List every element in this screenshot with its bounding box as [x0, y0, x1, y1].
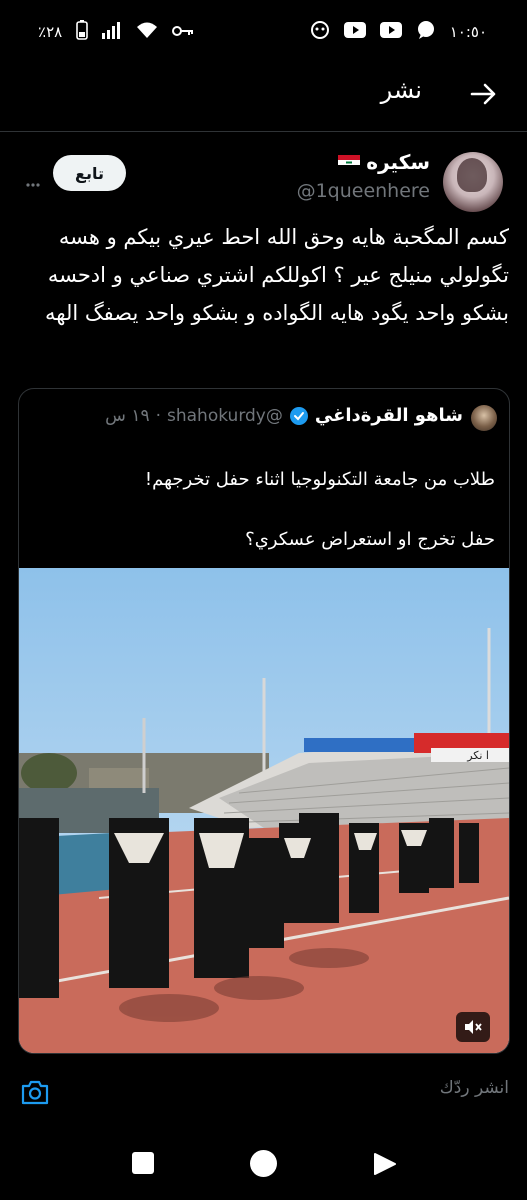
- stadium-banner-text: ا نكر: [466, 749, 489, 762]
- quote-header: شاهو القرةداغي @shahokurdy · ١٩ س: [105, 405, 463, 426]
- quote-author-handle: @shahokurdy: [167, 405, 283, 426]
- reply-bar: انشر ردّك: [0, 1056, 527, 1128]
- quote-timestamp: ١٩ س: [105, 405, 150, 426]
- battery-icon: [76, 20, 88, 44]
- author-name: سكيره: [366, 150, 430, 174]
- follow-button[interactable]: تابع: [53, 155, 126, 191]
- quote-author-avatar: [471, 405, 497, 431]
- youtube-icon: [379, 22, 402, 42]
- status-right: ١٠:٥٠: [310, 20, 487, 44]
- arrow-right-icon[interactable]: [467, 78, 499, 110]
- clock: ١٠:٥٠: [449, 23, 487, 41]
- author-avatar[interactable]: [443, 152, 503, 212]
- android-icon: [310, 20, 330, 44]
- iraq-flag-icon: [338, 154, 361, 170]
- back-triangle-icon[interactable]: [373, 1152, 397, 1180]
- key-icon: [172, 23, 194, 42]
- page-title: نشر: [380, 76, 422, 104]
- quote-text-line-2: حفل تخرج او استعراض عسكري؟: [245, 529, 495, 550]
- whatsapp-icon: [416, 20, 436, 44]
- video-frame: ا نكر: [19, 568, 509, 1053]
- home-icon[interactable]: [250, 1150, 277, 1177]
- volume-muted-icon: [465, 1020, 482, 1034]
- author-handle[interactable]: @1queenhere: [297, 180, 430, 202]
- status-left: ٪٢٨: [38, 20, 194, 44]
- youtube-icon: [343, 22, 366, 42]
- top-app-bar: نشر: [0, 60, 527, 128]
- system-nav-bar: [0, 1130, 527, 1200]
- verified-badge-icon: [289, 406, 308, 425]
- wifi-icon: [136, 21, 158, 43]
- quote-text-line-1: طلاب من جامعة التكنولوجيا اثناء حفل تخرج…: [144, 469, 495, 490]
- reply-input[interactable]: انشر ردّك: [440, 1078, 509, 1098]
- author-name-row[interactable]: سكيره: [338, 150, 430, 174]
- quoted-tweet-card[interactable]: شاهو القرةداغي @shahokurdy · ١٩ س طلاب م…: [18, 388, 510, 1054]
- tweet-text: كسم المگحبة هايه وحق الله احط عيري بيكم …: [45, 225, 509, 325]
- recent-apps-icon[interactable]: [132, 1152, 154, 1174]
- header-divider: [0, 131, 527, 132]
- battery-percent: ٪٢٨: [38, 23, 63, 41]
- separator-dot: ·: [155, 405, 161, 426]
- status-bar: ٪٢٨ ١٠:٥٠: [0, 0, 527, 60]
- mute-button[interactable]: [456, 1012, 490, 1042]
- more-options-icon[interactable]: [26, 172, 40, 191]
- quote-video[interactable]: ا نكر: [19, 568, 509, 1053]
- camera-icon[interactable]: [20, 1078, 50, 1106]
- quote-author-name: شاهو القرةداغي: [314, 405, 463, 426]
- signal-icon: [102, 21, 122, 43]
